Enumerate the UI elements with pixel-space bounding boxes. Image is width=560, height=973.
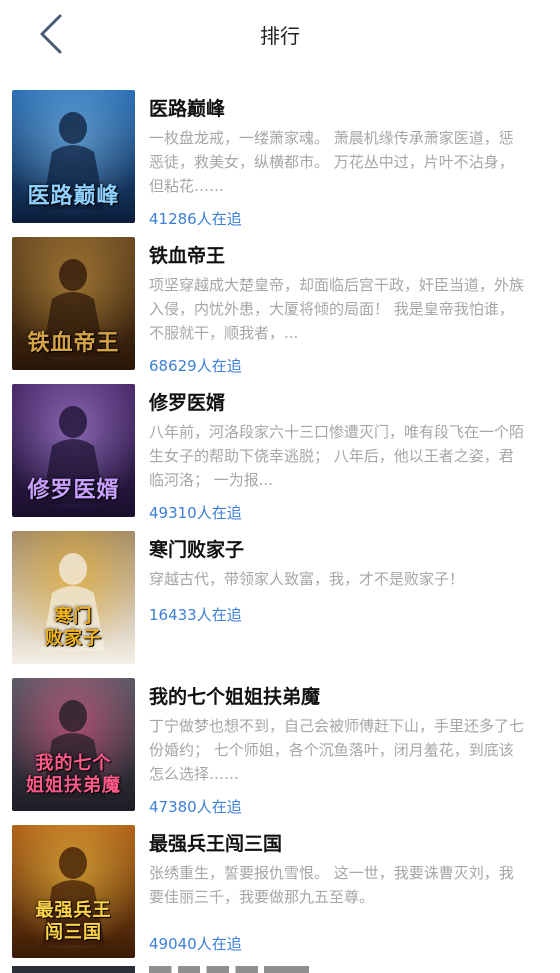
cover-title-art: 寒门 败家子 — [45, 606, 102, 649]
book-cover[interactable]: 医路巅峰 — [12, 90, 135, 223]
book-list-item[interactable]: 铁血帝王 铁血帝王 项坚穿越成大楚皇帝，却面临后宫干政，奸臣当道，外族入侵，内忧外患… — [0, 237, 560, 384]
book-cover[interactable]: 我的七个 姐姐扶弟魔 — [12, 678, 135, 811]
ranking-list: 医路巅峰 医路巅峰 一枚盘龙戒，一缕萧家魂。 萧晨机缘传承萧家医道，惩恶徒，救美女，… — [0, 90, 560, 972]
book-list-item[interactable]: 修罗医婿 修罗医婿 八年前，河洛段家六十三口惨遭灭门，唯有段飞在一个陌生女子的帮助下… — [0, 384, 560, 531]
book-title: 铁血帝王 — [149, 245, 226, 267]
follower-count: 49040人在追 — [149, 935, 242, 953]
follower-count: 16433人在追 — [149, 606, 242, 624]
page-title: 排行 — [260, 24, 300, 48]
book-description: 张绣重生，誓要报仇雪恨。 这一世，我要诛曹灭刘，我要佳丽三千，我要做那九五至尊。 — [149, 864, 514, 906]
cover-title-art: 医路巅峰 — [27, 183, 120, 209]
cover-title-art: 修罗医婿 — [27, 477, 120, 503]
book-title: 医路巅峰 — [149, 98, 226, 120]
book-description: 八年前，河洛段家六十三口惨遭灭门，唯有段飞在一个陌生女子的帮助下侥幸逃脱； 八年… — [149, 423, 524, 489]
book-title: 最强兵王闯三国 — [149, 833, 283, 855]
book-cover[interactable]: 寒门 败家子 — [12, 531, 135, 664]
book-list-item[interactable]: 医路巅峰 医路巅峰 一枚盘龙戒，一缕萧家魂。 萧晨机缘传承萧家医道，惩恶徒，救美女，… — [0, 90, 560, 237]
partial-book-cover[interactable] — [12, 966, 135, 973]
cover-title-art: 我的七个 姐姐扶弟魔 — [26, 753, 121, 796]
book-title: 修罗医婿 — [149, 392, 226, 414]
follower-count: 49310人在追 — [149, 504, 242, 522]
book-description: 丁宁做梦也想不到，自己会被师傅赶下山，手里还多了七份婚约； 七个师姐，各个沉鱼落… — [149, 717, 524, 783]
book-list-item[interactable]: 我的七个 姐姐扶弟魔 我的七个姐姐扶弟魔丁宁做梦也想不到，自己会被师傅赶下山，手里… — [0, 678, 560, 825]
book-description: 一枚盘龙戒，一缕萧家魂。 萧晨机缘传承萧家医道，惩恶徒，救美女，纵横都市。 万花… — [149, 129, 514, 195]
book-cover[interactable]: 修罗医婿 — [12, 384, 135, 517]
follower-count: 47380人在追 — [149, 798, 242, 816]
book-list-item[interactable]: 寒门 败家子 寒门败家子穿越古代，带领家人致富，我，才不是败家子！ 16433人在追 — [0, 531, 560, 678]
book-cover[interactable]: 铁血帝王 — [12, 237, 135, 370]
book-title: 寒门败家子 — [149, 539, 245, 561]
book-description: 穿越古代，带领家人致富，我，才不是败家子！ — [149, 570, 465, 588]
book-cover[interactable]: 最强兵王 闯三国 — [12, 825, 135, 958]
book-description: 项坚穿越成大楚皇帝，却面临后宫干政，奸臣当道，外族入侵，内忧外患，大厦将倾的局面… — [149, 276, 524, 342]
book-title: 我的七个姐姐扶弟魔 — [149, 686, 321, 708]
top-bar: 排行 — [0, 0, 560, 70]
partial-book-title — [149, 966, 309, 973]
cover-title-art: 最强兵王 闯三国 — [35, 900, 112, 943]
follower-count: 68629人在追 — [149, 357, 242, 375]
book-list-item[interactable]: 最强兵王 闯三国 最强兵王闯三国张绣重生，誓要报仇雪恨。 这一世，我要诛曹灭刘，我… — [0, 825, 560, 972]
follower-count: 41286人在追 — [149, 210, 242, 228]
cover-title-art: 铁血帝王 — [27, 330, 120, 356]
